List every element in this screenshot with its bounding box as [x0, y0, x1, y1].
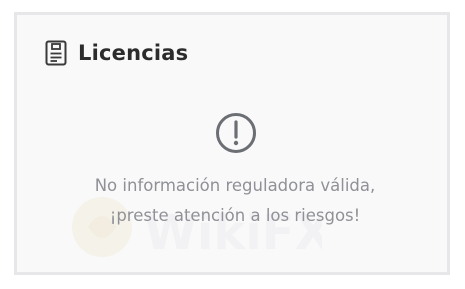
card-header: Licencias	[45, 40, 188, 66]
message-line-1: No información reguladora válida,	[94, 176, 376, 195]
message-line-2: ¡preste atención a los riesgos!	[109, 206, 361, 225]
no-regulation-message: No información reguladora válida, ¡prest…	[17, 171, 453, 231]
card-title: Licencias	[78, 41, 189, 65]
license-document-icon	[45, 40, 67, 66]
exclamation-circle-icon	[215, 112, 257, 154]
licenses-card: Licencias WikiFX No información regulado…	[14, 12, 450, 275]
